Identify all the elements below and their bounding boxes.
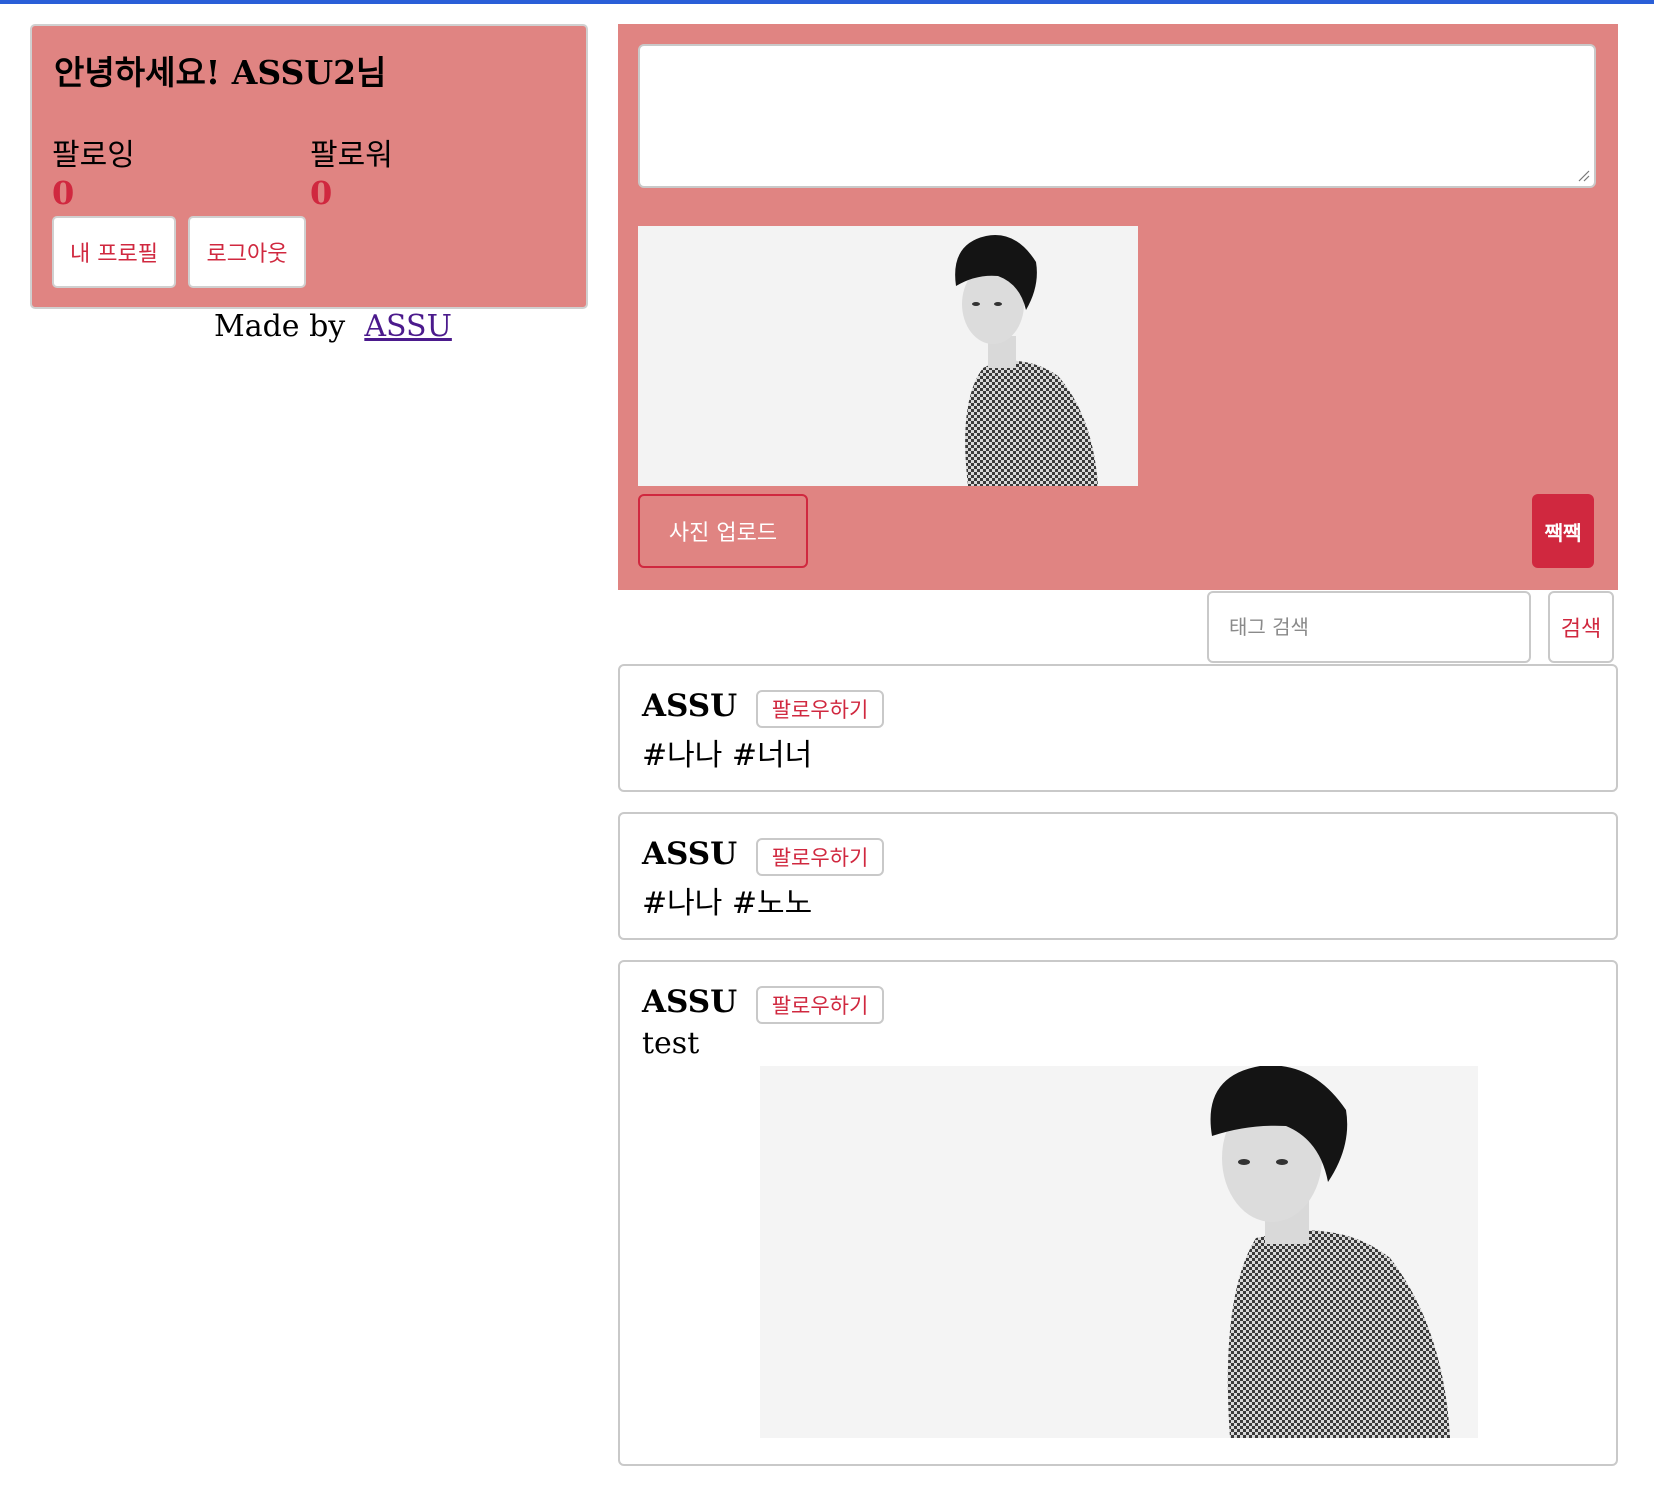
tweet-submit-button[interactable]: 짹짹 [1532, 494, 1594, 568]
tweet-author: ASSU [642, 688, 738, 724]
tweet-image [760, 1066, 1478, 1438]
follow-button[interactable]: 팔로우하기 [756, 838, 884, 876]
tweet-content: #나나 #노노 [642, 886, 813, 921]
made-by-footer: Made by ASSU [214, 309, 452, 344]
follow-button[interactable]: 팔로우하기 [756, 986, 884, 1024]
tweet-card: ASSU 팔로우하기 #나나 #너너 [618, 664, 1618, 792]
made-by-text: Made by [214, 309, 346, 344]
tweet-content: #나나 #너너 [642, 738, 813, 773]
following-label: 팔로잉 [52, 138, 135, 173]
upload-photo-button[interactable]: 사진 업로드 [638, 494, 808, 568]
upload-preview-image [638, 226, 1138, 486]
search-button[interactable]: 검색 [1548, 591, 1614, 663]
tweet-form: 사진 업로드 짹짹 [618, 24, 1618, 590]
greeting-heading: 안녕하세요! ASSU2님 [54, 53, 387, 92]
resize-handle-icon[interactable] [1578, 170, 1590, 182]
logout-button[interactable]: 로그아웃 [188, 216, 306, 288]
my-profile-button[interactable]: 내 프로필 [52, 216, 176, 288]
tweet-author: ASSU [642, 836, 738, 872]
follower-label: 팔로워 [310, 138, 393, 173]
follow-button[interactable]: 팔로우하기 [756, 690, 884, 728]
follower-count: 0 [310, 174, 333, 212]
tweet-author: ASSU [642, 984, 738, 1020]
tweet-textarea[interactable] [638, 44, 1596, 188]
tag-search-input[interactable] [1207, 591, 1531, 663]
top-accent-bar [0, 0, 1654, 4]
following-count: 0 [52, 174, 75, 212]
made-by-link[interactable]: ASSU [364, 309, 452, 344]
profile-card: 안녕하세요! ASSU2님 팔로잉 0 팔로워 0 내 프로필 로그아웃 [30, 24, 588, 309]
tweet-card: ASSU 팔로우하기 #나나 #노노 [618, 812, 1618, 940]
tweet-content: test [642, 1026, 700, 1061]
tweet-card: ASSU 팔로우하기 test [618, 960, 1618, 1466]
